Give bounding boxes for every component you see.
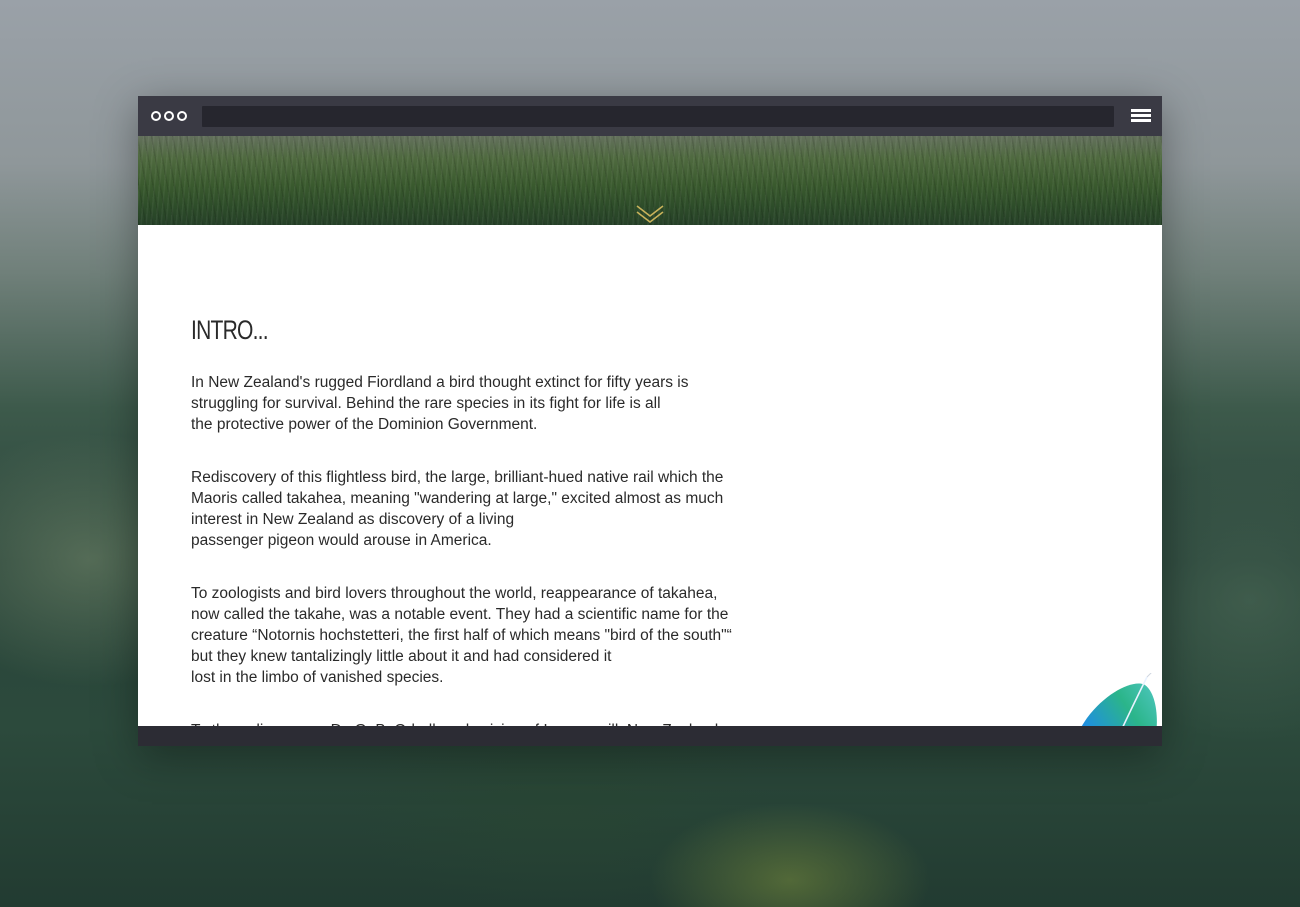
article-content: INTRO... In New Zealand's rugged Fiordla… [191, 225, 1162, 746]
browser-bottom-bar [138, 726, 1162, 746]
article-paragraph: To zoologists and bird lovers throughout… [191, 585, 732, 686]
article-paragraph: In New Zealand's rugged Fiordland a bird… [191, 374, 689, 433]
hamburger-menu-icon[interactable] [1131, 109, 1151, 123]
menu-line [1131, 114, 1151, 117]
window-maximize-circle-icon[interactable] [177, 111, 187, 121]
address-bar[interactable] [202, 106, 1114, 127]
article-body: In New Zealand's rugged Fiordland a bird… [191, 372, 811, 746]
window-close-circle-icon[interactable] [151, 111, 161, 121]
window-minimize-circle-icon[interactable] [164, 111, 174, 121]
double-chevron-down-icon[interactable] [635, 204, 665, 224]
intro-heading: INTRO... [191, 315, 269, 345]
window-controls [151, 111, 187, 121]
menu-line [1131, 119, 1151, 122]
browser-titlebar [138, 96, 1162, 136]
article-paragraph: Rediscovery of this flightless bird, the… [191, 469, 724, 549]
browser-window: INTRO... In New Zealand's rugged Fiordla… [138, 96, 1162, 746]
menu-line [1131, 109, 1151, 112]
hero-grass-image [138, 136, 1162, 225]
